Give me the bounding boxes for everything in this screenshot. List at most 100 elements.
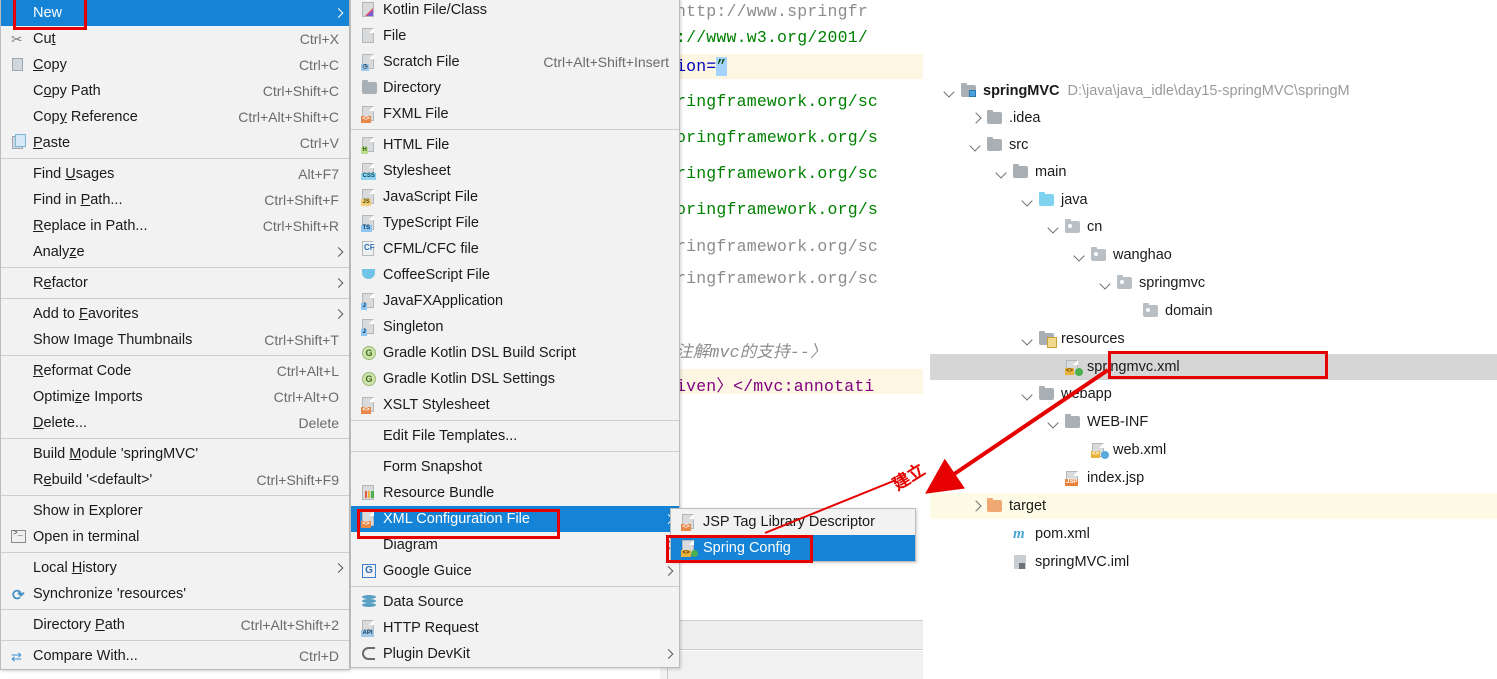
tree-row[interactable]: cn — [930, 214, 1497, 240]
context-menu-new-submenu[interactable]: Kotlin File/Class File ◷ Scratch File Ctrl+A… — [350, 0, 680, 668]
menu-item[interactable]: Copy Path Ctrl+Shift+C — [1, 78, 349, 104]
menu-item[interactable]: Edit File Templates... — [351, 423, 679, 449]
menu-item-label: Resource Bundle — [383, 485, 495, 501]
chevron-down-icon[interactable] — [994, 164, 1010, 180]
menu-item[interactable]: Rebuild '<default>' Ctrl+Shift+F9 — [1, 467, 349, 493]
menu-item[interactable]: Optimize Imports Ctrl+Alt+O — [1, 384, 349, 410]
menu-item[interactable]: Kotlin File/Class — [351, 0, 679, 23]
menu-item[interactable]: CF CFML/CFC file — [351, 236, 679, 262]
menu-item[interactable]: Show Image Thumbnails Ctrl+Shift+T — [1, 327, 349, 353]
menu-item-label: Delete... — [33, 415, 88, 431]
menu-item[interactable]: TS TypeScript File — [351, 210, 679, 236]
menu-item[interactable]: ✂ Cut Ctrl+X — [1, 26, 349, 52]
terminal-icon — [9, 528, 29, 546]
menu-item-label: Form Snapshot — [383, 459, 483, 475]
menu-item[interactable]: Copy Ctrl+C — [1, 52, 349, 78]
menu-item[interactable]: <> XSLT Stylesheet — [351, 392, 679, 418]
chevron-down-icon[interactable] — [1098, 275, 1114, 291]
menu-item[interactable]: Build Module 'springMVC' — [1, 441, 349, 467]
tree-row[interactable]: java — [930, 187, 1497, 213]
menu-item[interactable]: File — [351, 23, 679, 49]
menu-separator — [1, 267, 349, 268]
tree-row[interactable]: springMVC D:\java\java_idle\day15-springM… — [930, 78, 1497, 104]
chevron-down-icon[interactable] — [1020, 331, 1036, 347]
tree-row[interactable]: springmvc — [930, 270, 1497, 296]
chevron-right-icon[interactable] — [968, 110, 984, 126]
tree-row[interactable]: wanghao — [930, 242, 1497, 268]
menu-item[interactable]: J JavaFXApplication — [351, 288, 679, 314]
menu-item[interactable]: ⟳ Synchronize 'resources' — [1, 581, 349, 607]
menu-item[interactable]: <> JSP Tag Library Descriptor — [671, 509, 915, 535]
chevron-down-icon[interactable] — [1020, 192, 1036, 208]
menu-item[interactable]: <> FXML File — [351, 101, 679, 127]
tree-row[interactable]: JSP index.jsp — [930, 465, 1497, 491]
folder-gray-icon — [1012, 164, 1030, 180]
menu-item[interactable]: ◷ Scratch File Ctrl+Alt+Shift+Insert — [351, 49, 679, 75]
menu-icon-placeholder — [9, 445, 29, 463]
menu-item[interactable]: CoffeeScript File — [351, 262, 679, 288]
menu-item[interactable]: Form Snapshot — [351, 454, 679, 480]
tree-row[interactable]: m pom.xml — [930, 521, 1497, 547]
chevron-down-icon[interactable] — [968, 137, 984, 153]
tree-row[interactable]: .idea — [930, 105, 1497, 131]
menu-item[interactable]: Find in Path... Ctrl+Shift+F — [1, 187, 349, 213]
chevron-down-icon[interactable] — [1046, 219, 1062, 235]
menu-item[interactable]: G Gradle Kotlin DSL Settings — [351, 366, 679, 392]
menu-item[interactable]: Find Usages Alt+F7 — [1, 161, 349, 187]
tree-row[interactable]: WEB-INF — [930, 409, 1497, 435]
context-menu-main[interactable]: New ✂ Cut Ctrl+X Copy Ctrl+C Copy Path Ctrl+Shi… — [0, 0, 350, 670]
menu-item[interactable]: ⇄ Compare With... Ctrl+D — [1, 643, 349, 669]
menu-item[interactable]: G Gradle Kotlin DSL Build Script — [351, 340, 679, 366]
menu-item[interactable]: <> Spring Config — [671, 535, 915, 561]
menu-item[interactable]: Show in Explorer — [1, 498, 349, 524]
menu-item[interactable]: Refactor — [1, 270, 349, 296]
menu-item[interactable]: New — [1, 0, 349, 26]
context-menu-xml-config-submenu[interactable]: <> JSP Tag Library Descriptor <> Spring Con… — [670, 508, 916, 562]
menu-item[interactable]: Resource Bundle — [351, 480, 679, 506]
tree-row[interactable]: target — [930, 493, 1497, 519]
chevron-down-icon[interactable] — [1046, 414, 1062, 430]
menu-item[interactable]: Replace in Path... Ctrl+Shift+R — [1, 213, 349, 239]
chevron-down-icon[interactable] — [1020, 386, 1036, 402]
tree-row[interactable]: resources — [930, 326, 1497, 352]
menu-item[interactable]: H HTML File — [351, 132, 679, 158]
menu-item[interactable]: Add to Favorites — [1, 301, 349, 327]
menu-item[interactable]: Analyze — [1, 239, 349, 265]
project-tree[interactable]: springMVC D:\java\java_idle\day15-springM… — [930, 0, 1497, 679]
menu-item[interactable]: API HTTP Request — [351, 615, 679, 641]
tree-row[interactable]: domain — [930, 298, 1497, 324]
tree-row[interactable]: webapp — [930, 381, 1497, 407]
menu-icon-placeholder — [9, 165, 29, 183]
menu-item[interactable]: <> XML Configuration File — [351, 506, 679, 532]
menu-item[interactable]: Directory — [351, 75, 679, 101]
chevron-down-icon[interactable] — [942, 83, 958, 99]
menu-icon-placeholder — [9, 243, 29, 261]
folder-gray-icon — [986, 137, 1004, 153]
java-file-icon: J — [359, 318, 379, 336]
menu-item[interactable]: Paste Ctrl+V — [1, 130, 349, 156]
menu-item[interactable]: Plugin DevKit — [351, 641, 679, 667]
menu-item[interactable]: Directory Path Ctrl+Alt+Shift+2 — [1, 612, 349, 638]
menu-item[interactable]: Diagram — [351, 532, 679, 558]
chevron-down-icon[interactable] — [1072, 247, 1088, 263]
menu-item[interactable]: CSS Stylesheet — [351, 158, 679, 184]
tree-row[interactable]: <> web.xml — [930, 437, 1497, 463]
menu-item[interactable]: G Google Guice — [351, 558, 679, 584]
tree-row[interactable]: <> springmvc.xml — [930, 354, 1497, 380]
menu-item[interactable]: Open in terminal — [1, 524, 349, 550]
module-folder-icon — [960, 83, 978, 99]
tree-row[interactable]: src — [930, 132, 1497, 158]
menu-item[interactable]: Copy Reference Ctrl+Alt+Shift+C — [1, 104, 349, 130]
http-request-icon: API — [359, 619, 379, 637]
tree-row[interactable]: springMVC.iml — [930, 549, 1497, 575]
menu-item-label: XML Configuration File — [383, 511, 530, 527]
menu-item[interactable]: Local History — [1, 555, 349, 581]
menu-item[interactable]: JS JavaScript File — [351, 184, 679, 210]
menu-item[interactable]: Delete... Delete — [1, 410, 349, 436]
chevron-right-icon[interactable] — [968, 498, 984, 514]
menu-item[interactable]: J Singleton — [351, 314, 679, 340]
menu-item[interactable]: Reformat Code Ctrl+Alt+L — [1, 358, 349, 384]
menu-item[interactable]: Data Source — [351, 589, 679, 615]
tree-row[interactable]: main — [930, 159, 1497, 185]
code-line: ringframework.org/sc — [676, 164, 879, 183]
